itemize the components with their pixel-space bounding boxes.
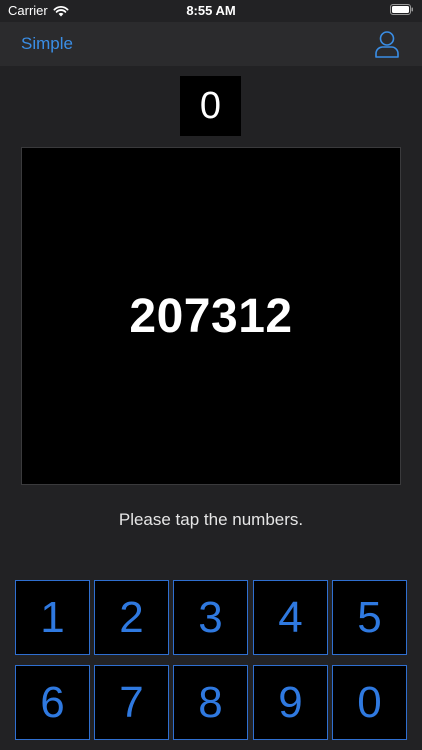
key-3[interactable]: 3	[173, 580, 248, 655]
key-7[interactable]: 7	[94, 665, 169, 740]
key-0[interactable]: 0	[332, 665, 407, 740]
status-bar: Carrier 8:55 AM	[0, 0, 422, 22]
key-4[interactable]: 4	[253, 580, 328, 655]
key-1[interactable]: 1	[15, 580, 90, 655]
number-display: 207312	[21, 147, 401, 485]
tap-counter: 0	[180, 76, 241, 136]
status-time: 8:55 AM	[186, 3, 236, 18]
simple-mode-button[interactable]: Simple	[21, 34, 73, 54]
key-8[interactable]: 8	[173, 665, 248, 740]
instruction-text: Please tap the numbers.	[118, 510, 304, 529]
person-icon[interactable]	[374, 30, 400, 58]
app-screen: Carrier 8:55 AM Simple 0 207312 Please t…	[0, 0, 422, 750]
key-2[interactable]: 2	[94, 580, 169, 655]
display-number: 207312	[129, 289, 293, 343]
key-6[interactable]: 6	[15, 665, 90, 740]
navigation-bar: Simple	[0, 22, 422, 66]
key-5[interactable]: 5	[332, 580, 407, 655]
key-9[interactable]: 9	[253, 665, 328, 740]
battery-icon	[390, 4, 413, 15]
